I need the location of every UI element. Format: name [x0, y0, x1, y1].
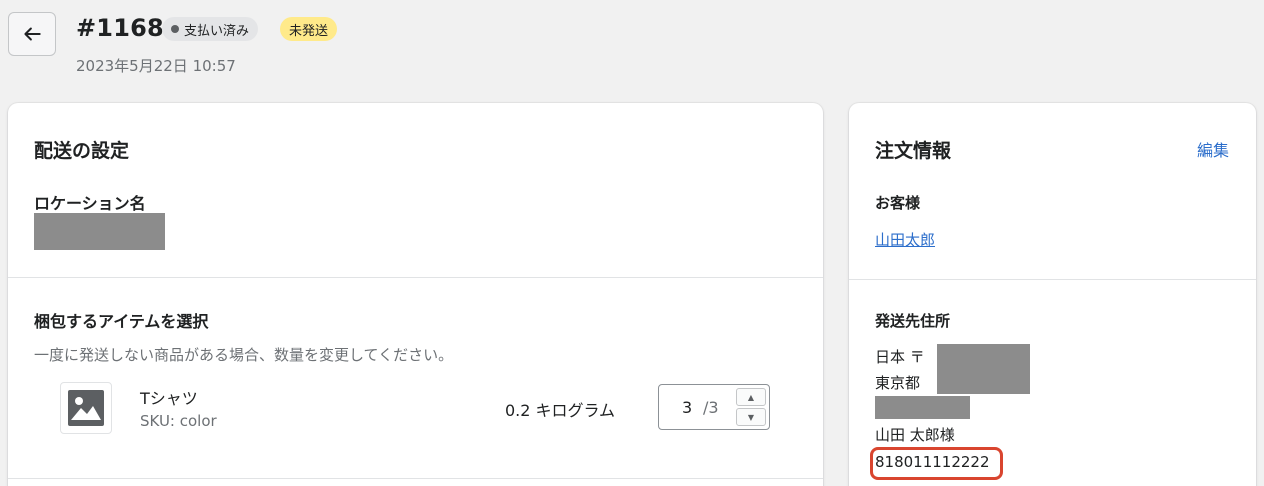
- address-country-postal: 日本 〒: [875, 348, 925, 366]
- fulfillment-status-label: 未発送: [289, 23, 329, 39]
- quantity-input[interactable]: 3: [682, 398, 692, 417]
- order-date: 2023年5月22日 10:57: [76, 57, 236, 75]
- address-label: 発送先住所: [875, 312, 951, 330]
- quantity-total: /3: [703, 398, 719, 417]
- hint-text: 一度に発送しない商品がある場合、数量を変更してください。: [34, 346, 454, 364]
- redacted-city: [937, 369, 1030, 394]
- decrement-button[interactable]: ▼: [736, 408, 766, 426]
- fulfillment-status-badge: 未発送: [280, 17, 338, 41]
- redacted-location: [34, 213, 165, 250]
- payment-status-label: 支払い済み: [184, 23, 250, 39]
- increment-button[interactable]: ▲: [736, 388, 766, 406]
- items-label: 梱包するアイテムを選択: [34, 312, 209, 331]
- customer-label: お客様: [875, 194, 921, 212]
- image-placeholder-icon: [68, 390, 104, 426]
- order-number: #1168: [76, 14, 164, 42]
- payment-status-badge: 支払い済み: [162, 17, 259, 41]
- order-info-card: 注文情報 編集 お客様 山田太郎 発送先住所 日本 〒 東京都 山田 太郎様 8…: [849, 103, 1256, 486]
- card-title: 配送の設定: [34, 140, 130, 162]
- product-thumbnail: [60, 382, 112, 434]
- product-sku: SKU: color: [140, 412, 217, 430]
- divider: [849, 279, 1256, 280]
- address-recipient: 山田 太郎様: [875, 426, 955, 444]
- phone-number: 818011112222: [875, 453, 990, 471]
- caret-up-icon: ▲: [747, 392, 755, 402]
- status-dot-icon: [171, 25, 179, 33]
- address-prefecture: 東京都: [875, 374, 921, 392]
- divider: [8, 277, 823, 278]
- customer-name-link[interactable]: 山田太郎: [875, 229, 935, 250]
- shipping-settings-card: 配送の設定 ロケーション名 梱包するアイテムを選択 一度に発送しない商品がある場…: [8, 103, 823, 486]
- location-label: ロケーション名: [34, 194, 146, 213]
- arrow-left-icon: [24, 27, 41, 41]
- redacted-street: [875, 396, 970, 419]
- product-weight: 0.2 キログラム: [505, 401, 616, 420]
- divider: [8, 478, 823, 479]
- stepper-controls: ▲ ▼: [736, 388, 766, 426]
- card-title: 注文情報: [875, 140, 952, 162]
- edit-link[interactable]: 編集: [1197, 137, 1229, 161]
- caret-down-icon: ▼: [747, 412, 755, 422]
- product-name: Tシャツ: [140, 389, 198, 408]
- back-button[interactable]: [8, 12, 56, 56]
- quantity-stepper[interactable]: 3 /3 ▲ ▼: [658, 384, 770, 430]
- redacted-postal: [937, 344, 1030, 369]
